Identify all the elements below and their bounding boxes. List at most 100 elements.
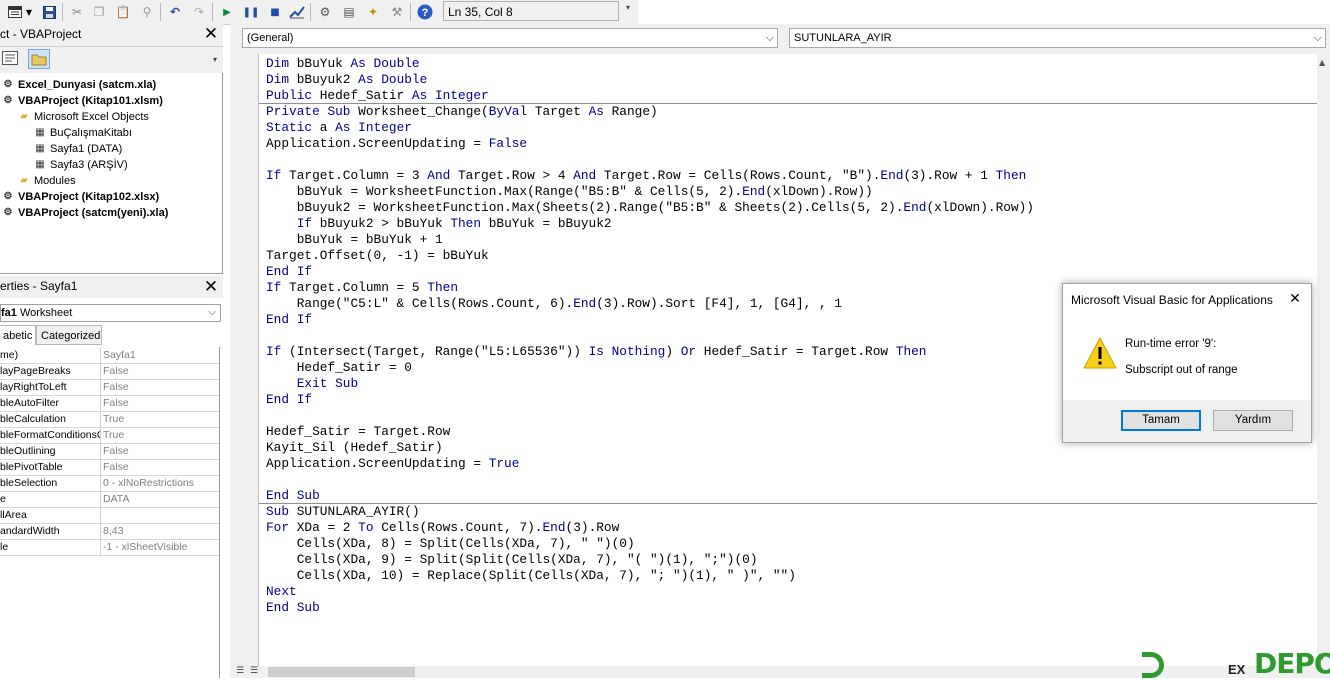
close-icon[interactable]: ✕ [203, 279, 219, 296]
tree-item[interactable]: ▰ Modules [18, 173, 75, 189]
close-icon[interactable]: ✕ [203, 26, 219, 43]
property-row[interactable]: blePivotTable False [0, 460, 219, 476]
paste-icon[interactable]: 📋 [114, 3, 132, 21]
scroll-up-icon[interactable]: ▲ [1319, 58, 1325, 67]
object-combo[interactable]: (General) ⌵ [242, 28, 778, 48]
save-icon[interactable] [40, 3, 58, 21]
code-line[interactable]: Range("C5:L" & Cells(Rows.Count, 6).End(… [266, 296, 842, 312]
property-value[interactable]: DATA [103, 492, 217, 507]
help-icon[interactable]: ? [416, 3, 434, 21]
code-line[interactable]: Target.Offset(0, -1) = bBuYuk [266, 248, 489, 264]
tree-item[interactable]: ⚙ VBAProject (Kitap102.xlsx) [2, 189, 160, 205]
code-line[interactable]: bBuYuk = WorksheetFunction.Max(Range("B5… [266, 184, 873, 200]
copy-icon[interactable]: ❐ [90, 3, 108, 21]
tree-item[interactable]: ▦ Sayfa1 (DATA) [34, 141, 122, 157]
code-line[interactable]: End If [266, 312, 312, 328]
object-selector[interactable]: fa1 Worksheet ⌵ [0, 304, 221, 322]
tree-item[interactable]: ▰ Microsoft Excel Objects [18, 109, 149, 125]
margin-indicator-bar[interactable] [230, 54, 259, 666]
property-row[interactable]: bleOutlining False [0, 444, 219, 460]
code-line[interactable]: Cells(XDa, 8) = Split(Cells(XDa, 7), " "… [266, 536, 635, 552]
code-line[interactable]: If Target.Column = 3 And Target.Row > 4 … [266, 168, 1026, 184]
property-value[interactable]: False [103, 460, 217, 475]
tab-categorized[interactable]: Categorized [36, 325, 102, 345]
run-icon[interactable]: ▶ [218, 3, 236, 21]
tree-item[interactable]: ⚙ VBAProject (Kitap101.xlsm) [2, 93, 163, 109]
code-line[interactable]: For XDa = 2 To Cells(Rows.Count, 7).End(… [266, 520, 619, 536]
code-line[interactable]: Dim bBuyuk2 As Double [266, 72, 427, 88]
procedure-combo[interactable]: SUTUNLARA_AYIR ⌵ [789, 28, 1326, 48]
code-line[interactable]: Kayit_Sil (Hedef_Satir) [266, 440, 443, 456]
code-line[interactable]: Static a As Integer [266, 120, 412, 136]
property-row[interactable]: layPageBreaks False [0, 364, 219, 380]
redo-icon[interactable]: ↷ [190, 3, 208, 21]
property-value[interactable]: True [103, 428, 217, 443]
code-line[interactable]: bBuYuk = bBuYuk + 1 [266, 232, 443, 248]
property-value[interactable]: -1 - xlSheetVisible [103, 540, 217, 555]
tree-item[interactable]: ⚙ VBAProject (satcm(yeni).xla) [2, 205, 169, 221]
code-line[interactable]: Public Hedef_Satir As Integer [266, 88, 489, 104]
view-icon[interactable] [6, 3, 24, 21]
code-line[interactable]: Cells(XDa, 9) = Split(Split(Cells(XDa, 7… [266, 552, 758, 568]
toolbar-options-icon[interactable]: ▾ [626, 3, 636, 23]
property-value[interactable]: False [103, 396, 217, 411]
tree-item[interactable]: ▦ Sayfa3 (ARŞİV) [34, 157, 127, 173]
horizontal-scroll-thumb[interactable] [268, 667, 415, 677]
code-line[interactable]: Application.ScreenUpdating = False [266, 136, 527, 152]
property-value[interactable]: Sayfa1 [103, 348, 217, 363]
find-icon[interactable]: ⚲ [138, 3, 156, 21]
property-value[interactable]: 0 - xlNoRestrictions [103, 476, 217, 491]
toolbox-icon[interactable]: ⚒ [388, 3, 406, 21]
properties-icon[interactable]: ▤ [340, 3, 358, 21]
close-icon[interactable]: ✕ [1287, 290, 1303, 306]
undo-icon[interactable]: ↶ [166, 3, 184, 21]
tree-item[interactable]: ⚙ Excel_Dunyasi (satcm.xla) [2, 77, 157, 93]
tab-alphabetic[interactable]: abetic [0, 325, 36, 345]
project-explorer-icon[interactable]: ⚙ [316, 3, 334, 21]
code-line[interactable]: Cells(XDa, 10) = Replace(Split(Cells(XDa… [266, 568, 796, 584]
scroll-down-icon[interactable]: ▾ [213, 55, 221, 69]
view-code-icon[interactable] [2, 51, 20, 67]
procedure-view-icon[interactable]: ☰ [236, 666, 244, 676]
property-value[interactable]: True [103, 412, 217, 427]
cut-icon[interactable]: ✂ [68, 3, 86, 21]
code-line[interactable]: Application.ScreenUpdating = True [266, 456, 519, 472]
vertical-scrollbar[interactable]: ▲ ▼ [1317, 54, 1330, 666]
code-line[interactable]: Private Sub Worksheet_Change(ByVal Targe… [266, 104, 658, 120]
property-value[interactable]: 8,43 [103, 524, 217, 539]
property-value[interactable]: False [103, 364, 217, 379]
property-row[interactable]: e DATA [0, 492, 219, 508]
property-row[interactable]: layRightToLeft False [0, 380, 219, 396]
pause-icon[interactable]: ❚❚ [242, 3, 260, 21]
ok-button[interactable]: Tamam [1121, 410, 1201, 431]
property-row[interactable]: andardWidth 8,43 [0, 524, 219, 540]
code-line[interactable]: If Target.Column = 5 Then [266, 280, 458, 296]
code-line[interactable]: End If [266, 392, 312, 408]
reset-icon[interactable]: ■ [266, 3, 284, 21]
property-row[interactable]: me) Sayfa1 [0, 348, 219, 364]
dropdown-icon[interactable]: ▼ [24, 3, 34, 21]
code-line[interactable]: Hedef_Satir = Target.Row [266, 424, 450, 440]
property-row[interactable]: llArea [0, 508, 219, 524]
code-line[interactable]: Hedef_Satir = 0 [266, 360, 412, 376]
tree-item[interactable]: ▦ BuÇalışmaKitabı [34, 125, 132, 141]
code-line[interactable]: bBuyuk2 = WorksheetFunction.Max(Sheets(2… [266, 200, 1034, 216]
code-line[interactable]: Exit Sub [266, 376, 358, 392]
property-value[interactable]: False [103, 444, 217, 459]
code-line[interactable]: Dim bBuYuk As Double [266, 56, 420, 72]
property-row[interactable]: bleSelection 0 - xlNoRestrictions [0, 476, 219, 492]
code-line[interactable]: If bBuyuk2 > bBuYuk Then bBuYuk = bBuyuk… [266, 216, 612, 232]
code-line[interactable]: End Sub [266, 600, 320, 616]
property-value[interactable]: False [103, 380, 217, 395]
property-row[interactable]: le -1 - xlSheetVisible [0, 540, 219, 556]
design-mode-icon[interactable] [288, 3, 306, 21]
code-line[interactable]: End If [266, 264, 312, 280]
code-line[interactable]: If (Intersect(Target, Range("L5:L65536")… [266, 344, 926, 360]
toggle-folders-icon[interactable] [28, 49, 50, 69]
code-line[interactable]: Next [266, 584, 297, 600]
property-row[interactable]: bleFormatConditionsC True [0, 428, 219, 444]
object-browser-icon[interactable]: ✦ [364, 3, 382, 21]
property-row[interactable]: bleCalculation True [0, 412, 219, 428]
full-module-view-icon[interactable]: ☰ [250, 666, 258, 676]
property-row[interactable]: bleAutoFilter False [0, 396, 219, 412]
